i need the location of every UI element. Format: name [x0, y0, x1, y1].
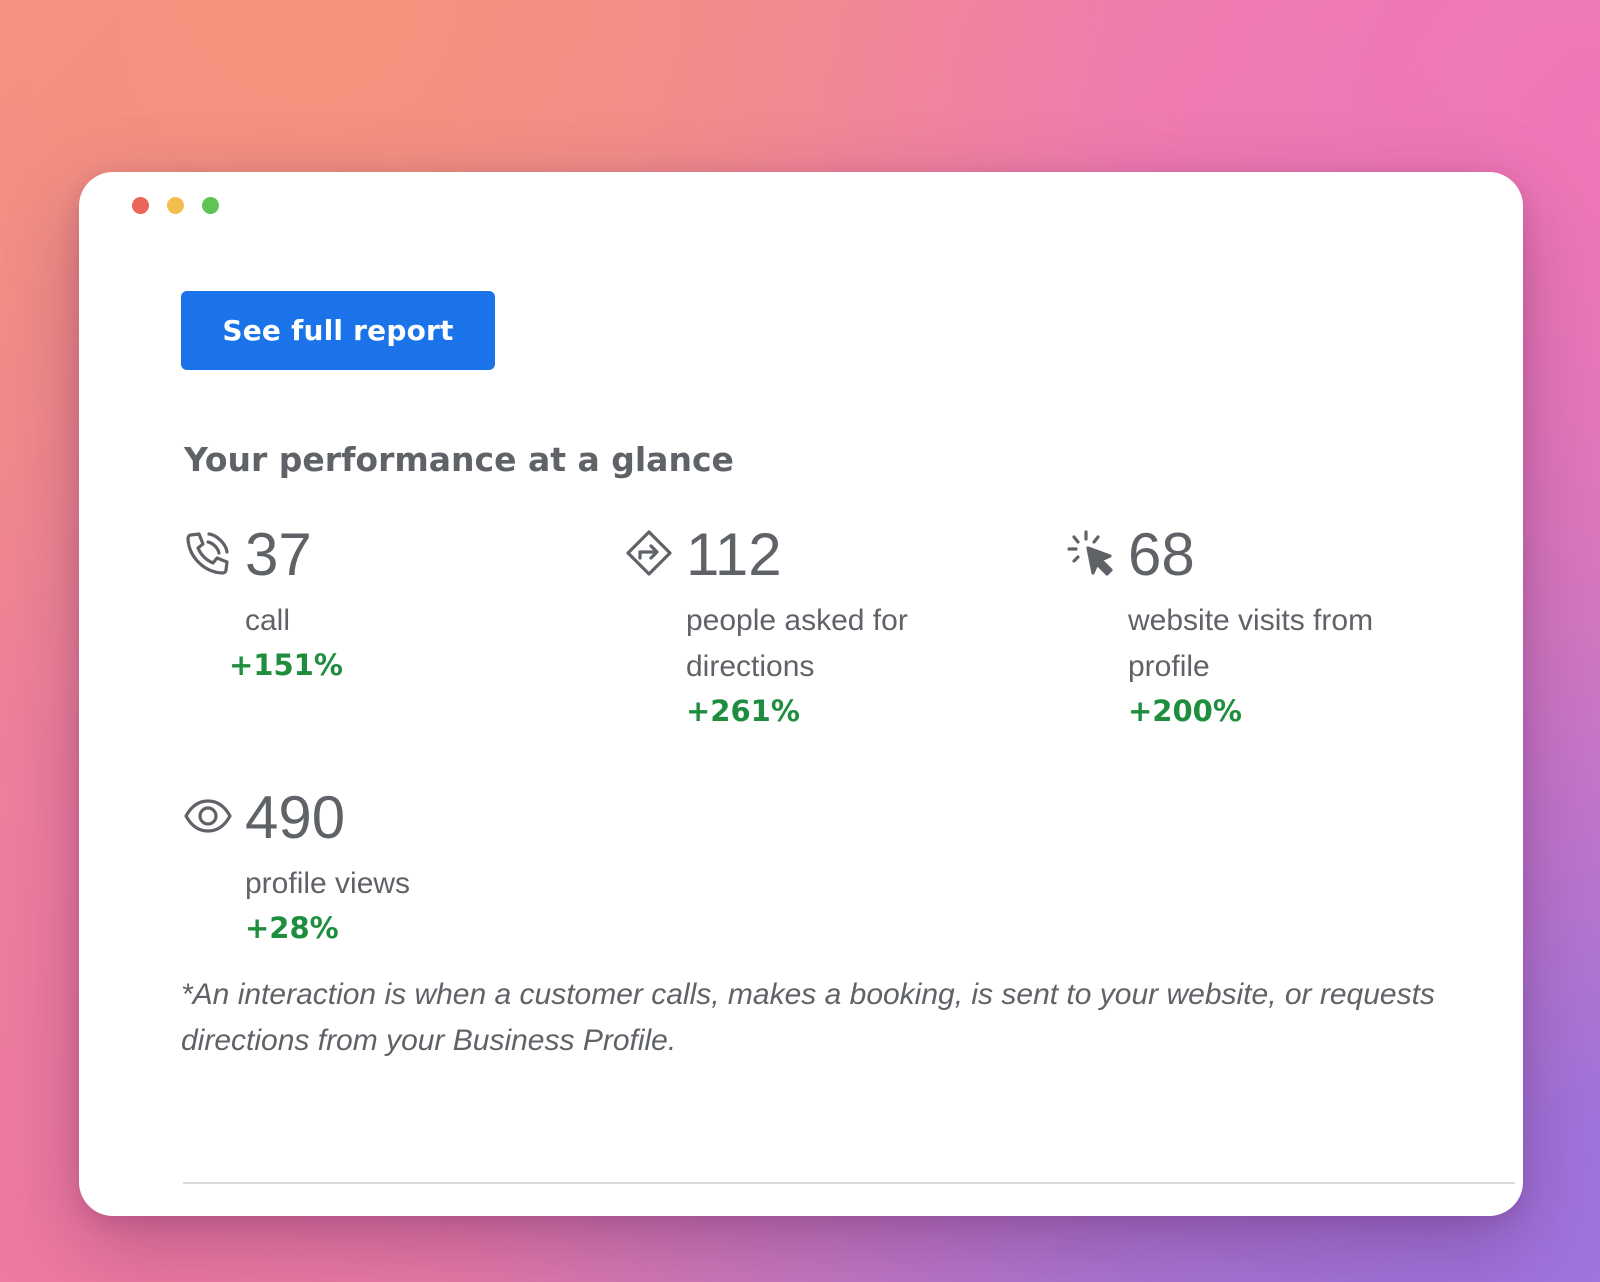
close-window-button[interactable]	[132, 197, 149, 214]
profile-views-value: 490	[245, 784, 346, 851]
directions-value: 112	[686, 521, 782, 588]
website-visits-change: +200%	[1128, 694, 1242, 728]
directions-change: +261%	[686, 694, 800, 728]
section-title: Your performance at a glance	[184, 440, 734, 479]
directions-icon	[626, 530, 672, 576]
profile-views-label: profile views	[245, 867, 411, 900]
calls-label: call	[245, 604, 291, 637]
report-window: See full report Your performance at a gl…	[79, 172, 1523, 1216]
minimize-window-button[interactable]	[167, 197, 184, 214]
divider	[183, 1182, 1515, 1184]
interaction-footnote: *An interaction is when a customer calls…	[181, 978, 1435, 1057]
eye-icon	[184, 799, 232, 833]
calls-value: 37	[245, 521, 312, 588]
phone-call-icon	[186, 532, 229, 575]
website-visits-label: website visits from profile	[1128, 604, 1374, 683]
window-controls	[132, 197, 219, 214]
profile-views-change: +28%	[245, 911, 339, 945]
website-visits-value: 68	[1128, 521, 1195, 588]
see-full-report-button[interactable]: See full report	[181, 291, 495, 370]
directions-label: people asked for directions	[686, 604, 908, 683]
calls-change: +151%	[229, 648, 343, 682]
cursor-click-icon	[1067, 530, 1113, 576]
maximize-window-button[interactable]	[202, 197, 219, 214]
